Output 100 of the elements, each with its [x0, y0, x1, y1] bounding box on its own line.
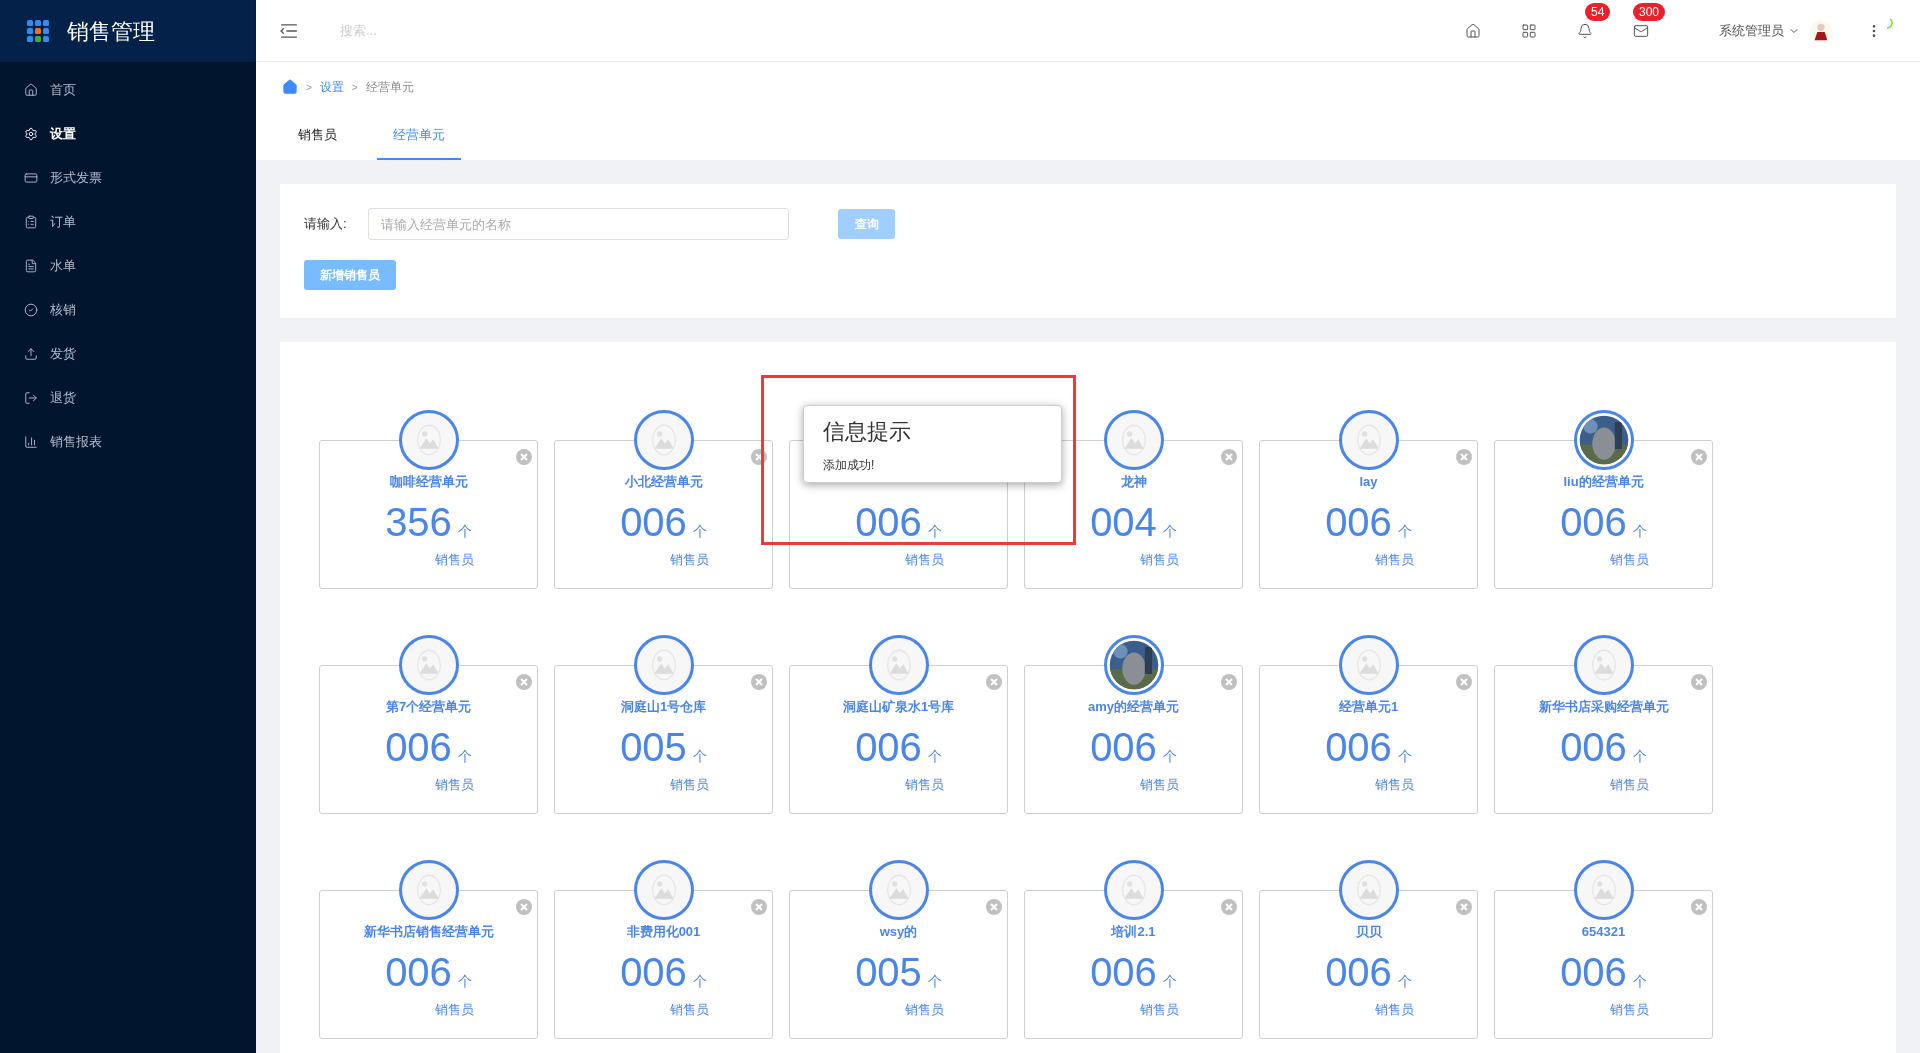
app-grid-icon — [27, 20, 49, 42]
unit-name[interactable]: 咖啡经营单元 — [389, 474, 468, 490]
unit-count: 006 — [1560, 500, 1627, 544]
close-icon[interactable] — [516, 674, 532, 690]
salesperson-link[interactable]: 销售员 — [905, 1000, 944, 1020]
sidebar-item[interactable]: 设置 — [0, 112, 256, 156]
home-icon — [24, 83, 38, 97]
unit-name[interactable]: 第7个经营单元 — [385, 699, 472, 715]
app-title: 销售管理 — [67, 17, 155, 46]
bell-icon[interactable] — [1577, 22, 1593, 39]
unit-suffix: 个 — [692, 972, 707, 991]
salesperson-link[interactable]: 销售员 — [670, 1000, 709, 1020]
salesperson-link[interactable]: 销售员 — [1610, 775, 1649, 795]
unit-suffix: 个 — [1397, 747, 1412, 766]
salesperson-link[interactable]: 销售员 — [1140, 775, 1179, 795]
unit-name[interactable]: 洞庭山1号仓库 — [620, 699, 707, 715]
unit-name[interactable]: 洞庭山矿泉水1号库 — [842, 699, 955, 715]
sidebar-item[interactable]: 形式发票 — [0, 156, 256, 200]
salesperson-link[interactable]: 销售员 — [1140, 550, 1179, 570]
salesperson-link[interactable]: 销售员 — [1140, 1000, 1179, 1020]
salesperson-link[interactable]: 销售员 — [905, 775, 944, 795]
close-icon[interactable] — [1691, 674, 1707, 690]
unit-count: 004 — [1090, 500, 1157, 544]
salesperson-link[interactable]: 销售员 — [670, 550, 709, 570]
unit-name[interactable]: 培训2.1 — [1111, 924, 1156, 940]
close-icon[interactable] — [1456, 674, 1472, 690]
unit-suffix: 个 — [927, 522, 942, 541]
unit-count: 006 — [1325, 950, 1392, 994]
breadcrumb-separator: > — [306, 80, 312, 95]
unit-count: 006 — [385, 950, 452, 994]
salesperson-link[interactable]: 销售员 — [435, 775, 474, 795]
unit-count: 006 — [855, 500, 922, 544]
upload-icon — [24, 347, 38, 361]
settings-icon — [24, 127, 38, 141]
name-input[interactable]: 请输入经营单元的名称 — [368, 208, 789, 240]
sidebar-item[interactable]: 发货 — [0, 332, 256, 376]
sidebar-item[interactable]: 首页 — [0, 68, 256, 112]
salesperson-link[interactable]: 销售员 — [1375, 1000, 1414, 1020]
unit-name[interactable]: 经营单元1 — [1338, 699, 1399, 715]
close-icon[interactable] — [1456, 449, 1472, 465]
unit-name[interactable]: 龙神 — [1120, 474, 1147, 490]
unit-count: 006 — [855, 725, 922, 769]
mail-icon[interactable] — [1633, 22, 1649, 39]
unit-name[interactable]: 新华书店销售经营单元 — [363, 924, 494, 940]
user-avatar-icon[interactable] — [1810, 19, 1832, 42]
close-icon[interactable] — [1221, 674, 1237, 690]
close-icon[interactable] — [516, 899, 532, 915]
add-salesperson-button[interactable]: 新增销售员 — [304, 260, 396, 290]
unit-name[interactable]: wsy的 — [879, 924, 918, 940]
salesperson-link[interactable]: 销售员 — [1375, 775, 1414, 795]
close-icon[interactable] — [1456, 899, 1472, 915]
menu-icon[interactable] — [280, 23, 298, 38]
user-menu[interactable]: 系统管理员 — [1719, 20, 1800, 41]
loading-spinner-icon — [1884, 17, 1896, 30]
unit-suffix: 个 — [927, 747, 942, 766]
sidebar-item[interactable]: 销售报表 — [0, 420, 256, 464]
salesperson-link[interactable]: 销售员 — [435, 550, 474, 570]
unit-suffix: 个 — [692, 747, 707, 766]
close-icon[interactable] — [1221, 449, 1237, 465]
tab[interactable]: 经营单元 — [377, 112, 461, 160]
unit-name[interactable]: 新华书店采购经营单元 — [1538, 699, 1669, 715]
unit-name[interactable]: 贝贝 — [1355, 924, 1382, 940]
salesperson-link[interactable]: 销售员 — [1375, 550, 1414, 570]
salesperson-link[interactable]: 销售员 — [905, 550, 944, 570]
unit-name[interactable]: 654321 — [1581, 924, 1626, 940]
sidebar-item[interactable]: 水单 — [0, 244, 256, 288]
sidebar-item[interactable]: 核销 — [0, 288, 256, 332]
close-icon[interactable] — [751, 449, 767, 465]
notification-badge: 54 — [1585, 2, 1611, 21]
sidebar-item[interactable]: 退货 — [0, 376, 256, 420]
apps-icon[interactable] — [1521, 22, 1537, 39]
unit-count: 006 — [1325, 725, 1392, 769]
salesperson-link[interactable]: 销售员 — [1610, 1000, 1649, 1020]
unit-count: 006 — [1560, 725, 1627, 769]
home-icon[interactable] — [282, 79, 298, 95]
close-icon[interactable] — [1221, 899, 1237, 915]
salesperson-link[interactable]: 销售员 — [1610, 550, 1649, 570]
close-icon[interactable] — [751, 674, 767, 690]
close-icon[interactable] — [1691, 449, 1707, 465]
close-icon[interactable] — [986, 674, 1002, 690]
home-icon[interactable] — [1465, 22, 1481, 39]
unit-count: 006 — [385, 725, 452, 769]
salesperson-link[interactable]: 销售员 — [435, 1000, 474, 1020]
sidebar-item[interactable]: 订单 — [0, 200, 256, 244]
close-icon[interactable] — [516, 449, 532, 465]
salesperson-link[interactable]: 销售员 — [670, 775, 709, 795]
unit-name[interactable]: 非费用化001 — [626, 924, 701, 940]
unit-name[interactable]: liu的经营单元 — [1563, 474, 1644, 490]
close-icon[interactable] — [986, 899, 1002, 915]
close-icon[interactable] — [751, 899, 767, 915]
unit-name[interactable]: lay — [1359, 474, 1378, 490]
unit-count: 006 — [620, 950, 687, 994]
unit-name[interactable]: 小北经营单元 — [624, 474, 703, 490]
unit-suffix: 个 — [1162, 972, 1177, 991]
clipboard-icon — [24, 215, 38, 229]
close-icon[interactable] — [1691, 899, 1707, 915]
document-icon — [24, 259, 38, 273]
breadcrumb-item[interactable]: 设置 — [319, 78, 344, 96]
unit-name[interactable]: amy的经营单元 — [1088, 699, 1179, 715]
tab[interactable]: 销售员 — [282, 112, 353, 160]
